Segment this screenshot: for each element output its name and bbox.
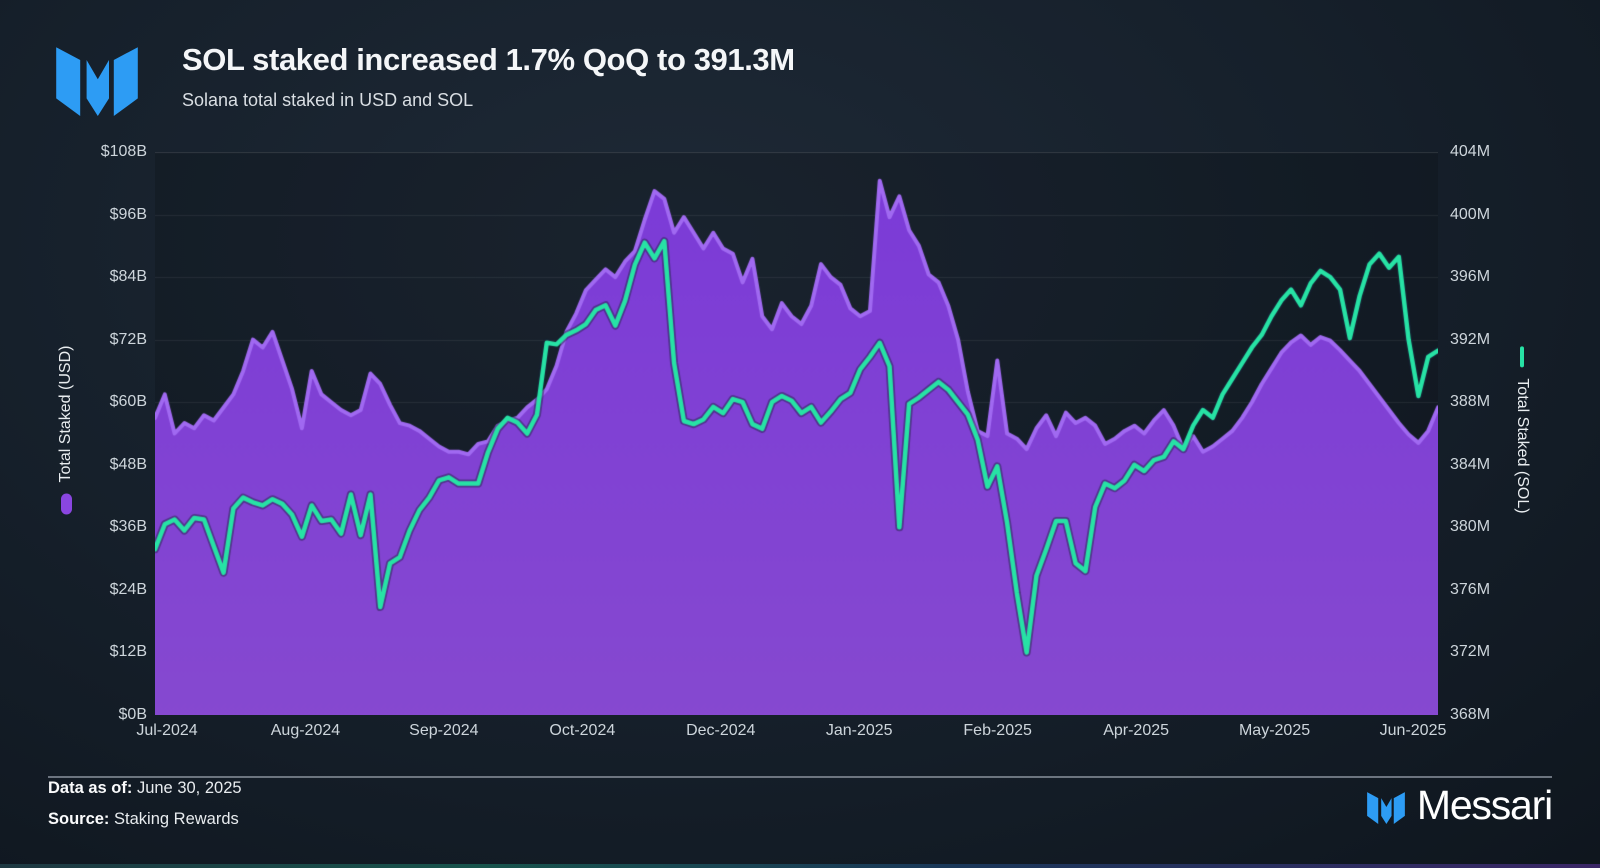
messari-logo-icon xyxy=(56,36,138,116)
bottom-accent-strip xyxy=(0,864,1600,868)
page-title: SOL staked increased 1.7% QoQ to 391.3M xyxy=(182,42,795,78)
right-axis-tick: 388M xyxy=(1450,393,1490,411)
left-axis-tick: $48B xyxy=(110,456,147,474)
data-as-of-value: June 30, 2025 xyxy=(137,779,242,797)
brand-wordmark: Messari xyxy=(1417,782,1552,829)
x-axis-tick: Jan-2025 xyxy=(826,722,893,740)
right-axis-tick: 404M xyxy=(1450,143,1490,161)
right-axis-tick: 380M xyxy=(1450,518,1490,536)
left-axis-title-label: Total Staked (USD) xyxy=(57,346,75,483)
x-axis-tick: Oct-2024 xyxy=(549,722,615,740)
right-axis-title-label: Total Staked (SOL) xyxy=(1513,378,1531,513)
left-axis-tick: $60B xyxy=(110,393,147,411)
left-axis-title: Total Staked (USD) xyxy=(57,346,75,515)
data-as-of: Data as of: June 30, 2025 xyxy=(48,779,242,798)
sol-series-marker-icon xyxy=(1520,346,1525,367)
x-axis-tick: Aug-2024 xyxy=(271,722,340,740)
left-axis-tick: $108B xyxy=(101,143,147,161)
source-label: Source: xyxy=(48,810,109,828)
x-axis-tick: Jun-2025 xyxy=(1380,722,1447,740)
footer-divider xyxy=(48,776,1552,778)
data-as-of-label: Data as of: xyxy=(48,779,132,797)
left-axis-tick: $24B xyxy=(110,581,147,599)
messari-brand: Messari xyxy=(1367,782,1552,829)
right-axis-tick: 400M xyxy=(1450,206,1490,224)
header: SOL staked increased 1.7% QoQ to 391.3M … xyxy=(56,36,795,116)
left-axis-tick: $84B xyxy=(110,268,147,286)
x-axis-tick: Jul-2024 xyxy=(136,722,197,740)
title-block: SOL staked increased 1.7% QoQ to 391.3M … xyxy=(182,36,795,111)
x-axis-tick: Dec-2024 xyxy=(686,722,755,740)
left-axis-tick: $72B xyxy=(110,331,147,349)
x-axis-tick: Feb-2025 xyxy=(963,722,1032,740)
right-axis-title: Total Staked (SOL) xyxy=(1513,346,1531,513)
right-axis-tick: 372M xyxy=(1450,643,1490,661)
right-axis-tick: 376M xyxy=(1450,581,1490,599)
staked-area-line-chart xyxy=(155,152,1438,715)
left-axis-tick: $96B xyxy=(110,206,147,224)
messari-logo-icon xyxy=(1367,787,1405,824)
source: Source: Staking Rewards xyxy=(48,810,239,829)
source-value: Staking Rewards xyxy=(114,810,239,828)
right-axis-tick: 396M xyxy=(1450,268,1490,286)
x-axis-tick: Apr-2025 xyxy=(1103,722,1169,740)
x-axis-tick: May-2025 xyxy=(1239,722,1310,740)
left-axis-tick: $36B xyxy=(110,518,147,536)
page-subtitle: Solana total staked in USD and SOL xyxy=(182,90,795,111)
chart-plot-area xyxy=(155,152,1438,715)
usd-series-marker-icon xyxy=(61,493,72,514)
right-axis-tick: 384M xyxy=(1450,456,1490,474)
right-axis-tick: 392M xyxy=(1450,331,1490,349)
left-axis-tick: $12B xyxy=(110,643,147,661)
x-axis-tick: Sep-2024 xyxy=(409,722,478,740)
right-axis-tick: 368M xyxy=(1450,706,1490,724)
